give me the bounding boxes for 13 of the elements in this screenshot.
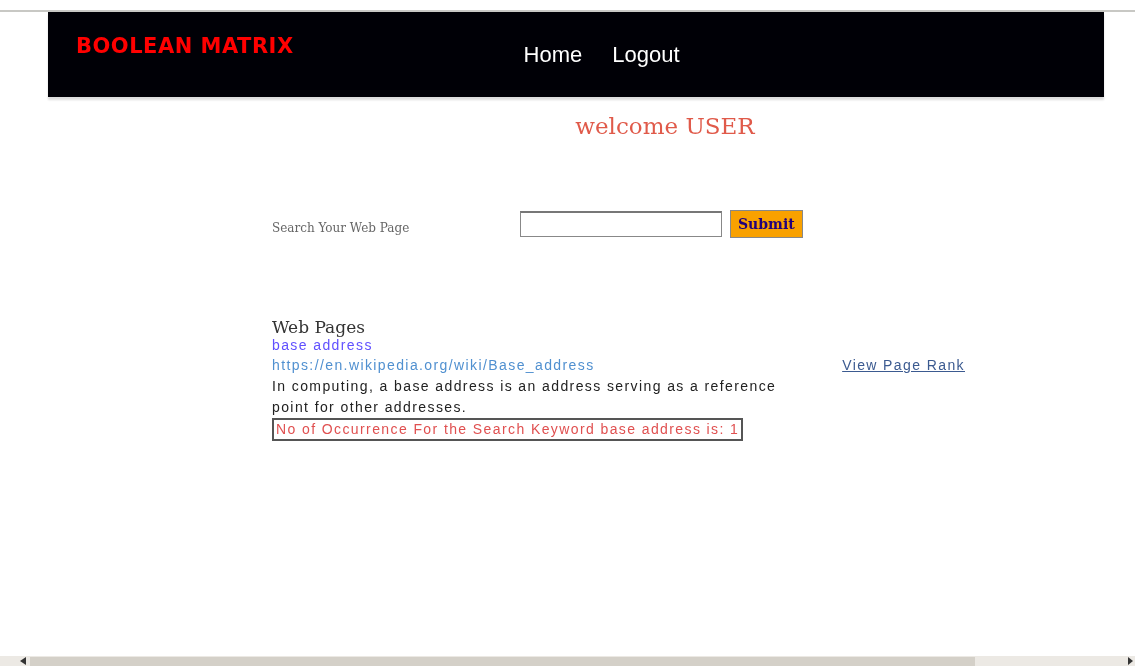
search-field[interactable] bbox=[520, 211, 722, 237]
nav-link[interactable]: Logout bbox=[612, 42, 680, 68]
results-heading: Web Pages bbox=[272, 317, 366, 337]
welcome-heading: welcome USER bbox=[575, 113, 755, 139]
nav-link[interactable]: Home bbox=[523, 42, 583, 68]
site-logo: BOOLEAN MATRIX bbox=[76, 34, 294, 58]
page-rank-link[interactable]: View Page Rank bbox=[842, 357, 965, 373]
search-label: Search Your Web Page bbox=[272, 221, 411, 235]
result-title-link[interactable]: base address bbox=[272, 337, 373, 353]
occurrence-message: No of Occurrence For the Search Keyword base address is: 1 bbox=[272, 418, 744, 441]
submit-button[interactable]: Submit bbox=[730, 210, 803, 238]
horizontal-scrollbar[interactable] bbox=[0, 656, 1135, 666]
result-description: In computing, a base address is an address serving as a reference point for other addresses. bbox=[272, 377, 778, 417]
